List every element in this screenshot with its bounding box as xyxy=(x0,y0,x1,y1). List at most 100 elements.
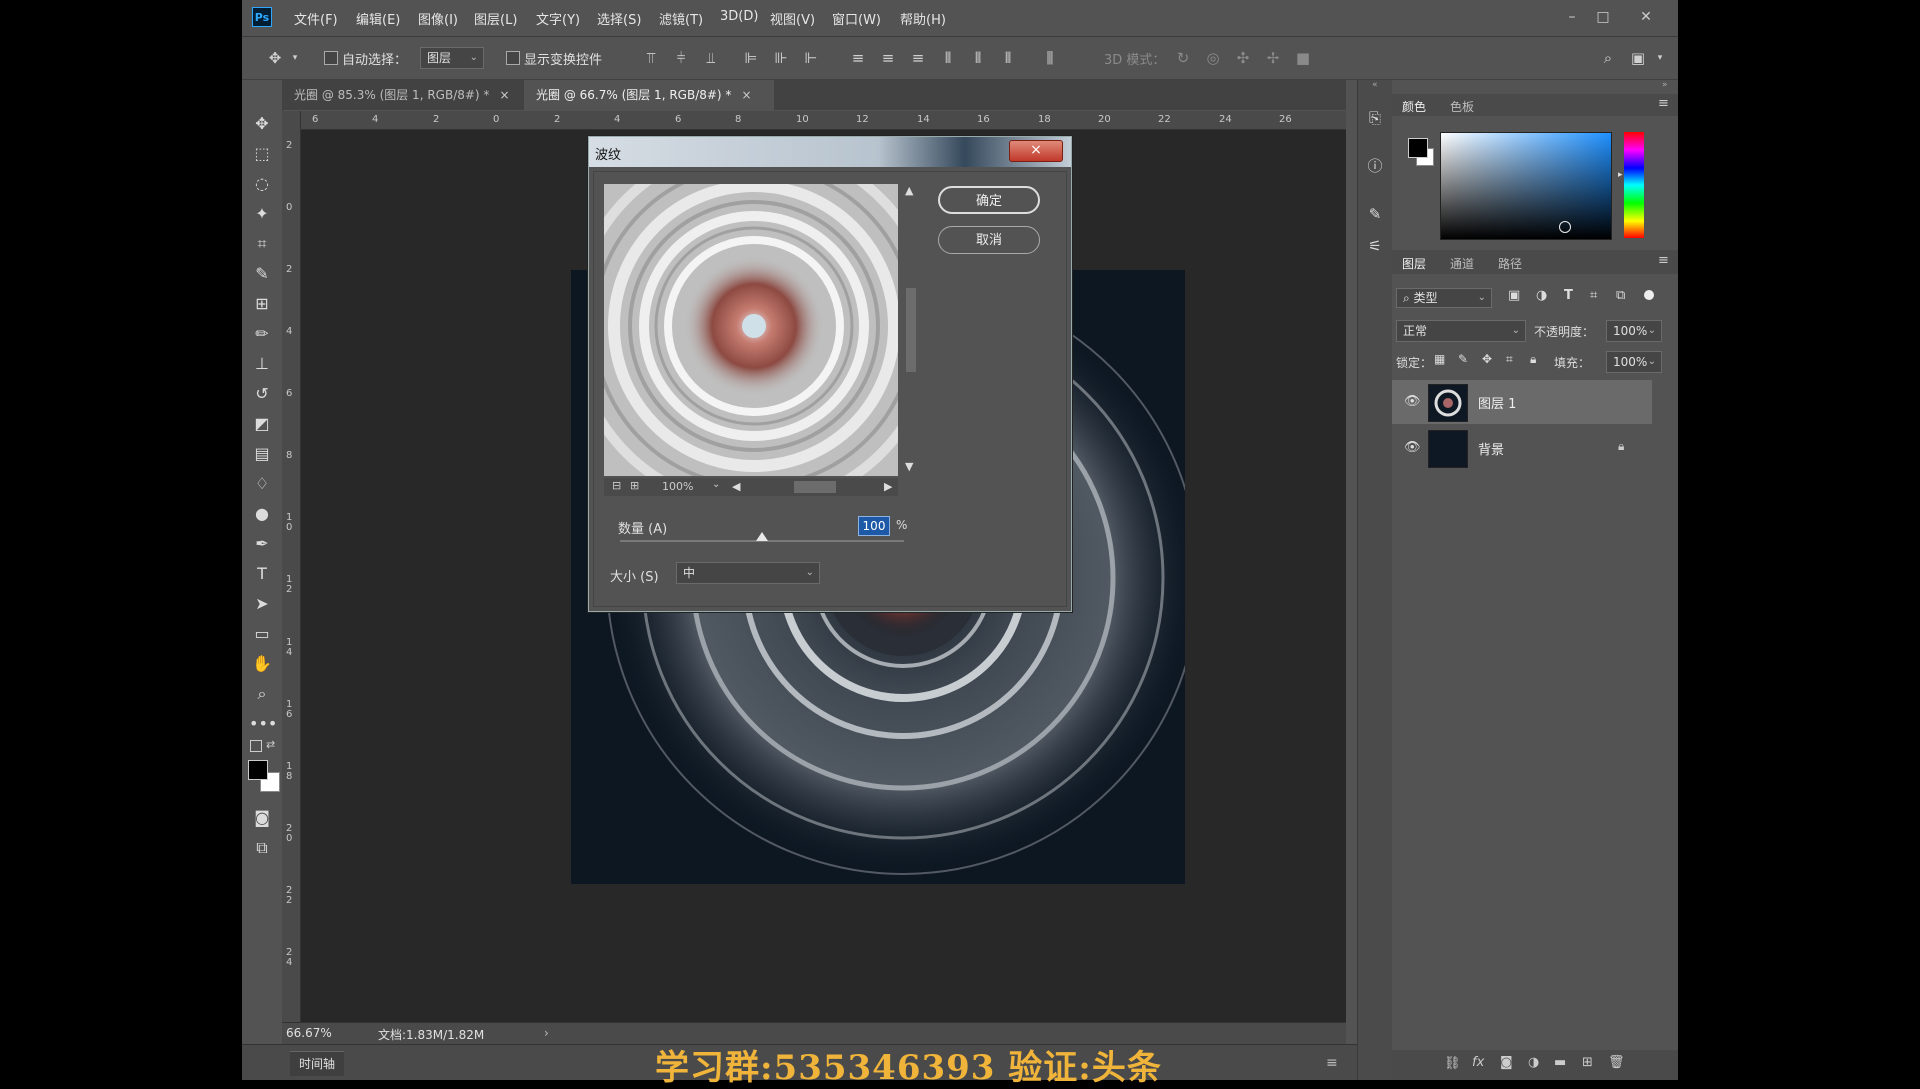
foreground-color-swatch[interactable] xyxy=(1408,138,1428,158)
type-tool-icon[interactable]: T xyxy=(249,562,275,586)
filter-pixel-icon[interactable]: ▣ xyxy=(1508,288,1520,303)
filter-type-icon[interactable]: T xyxy=(1564,288,1573,303)
filter-shape-icon[interactable]: ⌗ xyxy=(1590,288,1597,303)
dodge-tool-icon[interactable]: ● xyxy=(249,502,275,526)
distribute-top-icon[interactable]: ≡ xyxy=(847,47,869,69)
distribute-center-icon[interactable]: ≡ xyxy=(877,47,899,69)
expand-panels-icon[interactable]: » xyxy=(1662,80,1668,90)
adjustments-panel-icon[interactable]: ⚟ xyxy=(1363,234,1387,258)
close-tab-icon[interactable]: × xyxy=(741,88,751,102)
path-selection-tool-icon[interactable]: ➤ xyxy=(249,592,275,616)
tab-layers[interactable]: 图层 xyxy=(1402,255,1426,272)
size-dropdown[interactable]: 中 ⌄ xyxy=(676,562,820,584)
clone-stamp-tool-icon[interactable]: ⊥ xyxy=(249,352,275,376)
layer-filter-dropdown[interactable]: ⌕ 类型 ⌄ xyxy=(1396,288,1492,308)
add-mask-icon[interactable]: ◙ xyxy=(1500,1055,1513,1070)
scroll-down-icon[interactable]: ▼ xyxy=(905,460,913,473)
lock-artboard-icon[interactable]: ⌗ xyxy=(1506,352,1513,367)
3d-drag-icon[interactable]: ✣ xyxy=(1232,47,1254,69)
menu-file[interactable]: 文件(F) xyxy=(294,9,338,28)
lock-transparent-icon[interactable]: ▦ xyxy=(1434,352,1445,366)
timeline-menu-icon[interactable]: ≡ xyxy=(1326,1055,1338,1071)
distribute-hcenter-icon[interactable]: ⦀ xyxy=(967,47,989,69)
history-panel-icon[interactable]: ⎘ xyxy=(1363,106,1387,130)
zoom-chevron-icon[interactable]: ⌄ xyxy=(712,479,720,490)
tab-color[interactable]: 颜色 xyxy=(1402,98,1426,115)
maximize-icon[interactable]: □ xyxy=(1588,4,1618,30)
distribute-right-icon[interactable]: ⦀ xyxy=(997,47,1019,69)
workspace-chevron-icon[interactable]: ▾ xyxy=(1649,47,1671,69)
lasso-tool-icon[interactable]: ◌ xyxy=(249,172,275,196)
scroll-thumb[interactable] xyxy=(906,288,916,372)
color-panel-menu-icon[interactable]: ≡ xyxy=(1658,96,1669,111)
menu-3d[interactable]: 3D(D) xyxy=(720,9,758,24)
menu-layer[interactable]: 图层(L) xyxy=(474,9,517,28)
amount-slider-thumb[interactable] xyxy=(756,532,768,541)
close-tab-icon[interactable]: × xyxy=(499,88,509,102)
search-icon[interactable]: ⌕ xyxy=(1597,47,1619,69)
collapse-dock-icon[interactable]: « xyxy=(1372,80,1378,90)
workspace-icon[interactable]: ▣ xyxy=(1627,47,1649,69)
brush-settings-icon[interactable]: ✎ xyxy=(1363,202,1387,226)
new-group-icon[interactable]: ▬ xyxy=(1554,1055,1566,1070)
blur-tool-icon[interactable]: ♢ xyxy=(249,472,275,496)
3d-camera-icon[interactable]: ■ xyxy=(1292,47,1314,69)
visibility-eye-icon[interactable]: 👁︎ xyxy=(1404,394,1421,409)
close-icon[interactable]: × xyxy=(1009,140,1063,162)
scroll-up-icon[interactable]: ▲ xyxy=(905,184,913,197)
menu-edit[interactable]: 编辑(E) xyxy=(356,9,400,28)
info-panel-icon[interactable]: ⓘ xyxy=(1363,154,1387,178)
show-transform-checkbox[interactable] xyxy=(506,51,520,65)
menu-help[interactable]: 帮助(H) xyxy=(900,9,946,28)
lock-image-icon[interactable]: ✎ xyxy=(1458,352,1468,366)
brush-tool-icon[interactable]: ✏ xyxy=(249,322,275,346)
more-tools-icon[interactable]: ••• xyxy=(249,712,277,736)
history-brush-tool-icon[interactable]: ↺ xyxy=(249,382,275,406)
filter-adjustment-icon[interactable]: ◑ xyxy=(1536,288,1547,303)
zoom-level[interactable]: 66.67% xyxy=(286,1026,332,1040)
visibility-eye-icon[interactable]: 👁︎ xyxy=(1404,440,1421,455)
lock-position-icon[interactable]: ✥ xyxy=(1482,352,1492,366)
zoom-tool-icon[interactable]: ⌕ xyxy=(249,682,275,706)
scroll-left-icon[interactable]: ◀ xyxy=(732,480,740,493)
filter-preview[interactable] xyxy=(604,184,898,476)
close-window-icon[interactable]: ✕ xyxy=(1631,4,1661,30)
3d-slide-icon[interactable]: ✢ xyxy=(1262,47,1284,69)
minimize-icon[interactable]: – xyxy=(1557,4,1587,30)
layers-panel-menu-icon[interactable]: ≡ xyxy=(1658,253,1669,268)
menu-window[interactable]: 窗口(W) xyxy=(832,9,881,28)
horizontal-scroll-thumb[interactable] xyxy=(794,481,836,493)
color-picker-handle[interactable] xyxy=(1559,221,1571,233)
lock-all-icon[interactable]: 🔒︎ xyxy=(1530,352,1536,367)
tool-preset-chevron-icon[interactable]: ▾ xyxy=(284,47,306,69)
align-bottom-icon[interactable]: ⫫ xyxy=(700,47,722,69)
status-menu-arrow-icon[interactable]: › xyxy=(544,1026,549,1040)
swap-colors-icon[interactable]: ⇄ xyxy=(266,738,275,751)
auto-select-dropdown[interactable]: 图层 ⌄ xyxy=(420,47,484,69)
link-layers-icon[interactable]: ⛓︎ xyxy=(1444,1056,1461,1071)
menu-filter[interactable]: 滤镜(T) xyxy=(659,9,703,28)
pen-tool-icon[interactable]: ✒ xyxy=(249,532,275,556)
new-layer-icon[interactable]: ⊞ xyxy=(1582,1055,1593,1070)
3d-rotate-icon[interactable]: ↻ xyxy=(1172,47,1194,69)
distribute-bottom-icon[interactable]: ≡ xyxy=(907,47,929,69)
filter-smart-object-icon[interactable]: ⧉ xyxy=(1616,288,1625,303)
fill-field[interactable]: 100% ⌄ xyxy=(1606,351,1662,373)
crop-tool-icon[interactable]: ⌗ xyxy=(249,232,275,256)
align-horizontal-center-icon[interactable]: ⊪ xyxy=(770,47,792,69)
screen-mode-icon[interactable]: ⧉ xyxy=(249,836,275,860)
tab-timeline[interactable]: 时间轴 xyxy=(290,1051,344,1076)
layer-row-background[interactable]: 👁︎ 背景 🔒︎ xyxy=(1392,426,1652,470)
default-colors-icon[interactable] xyxy=(250,740,262,752)
hand-tool-icon[interactable]: ✋ xyxy=(249,652,275,676)
gradient-tool-icon[interactable]: ▤ xyxy=(249,442,275,466)
align-left-icon[interactable]: ⊫ xyxy=(740,47,762,69)
menu-view[interactable]: 视图(V) xyxy=(770,9,815,28)
align-right-icon[interactable]: ⊩ xyxy=(800,47,822,69)
align-vertical-center-icon[interactable]: ⫩ xyxy=(670,47,692,69)
healing-brush-tool-icon[interactable]: ⊞ xyxy=(249,292,275,316)
fx-icon[interactable]: fx xyxy=(1472,1055,1484,1070)
quick-mask-icon[interactable]: ◙ xyxy=(249,806,275,830)
cancel-button[interactable]: 取消 xyxy=(938,226,1040,254)
tab-swatches[interactable]: 色板 xyxy=(1450,98,1474,115)
